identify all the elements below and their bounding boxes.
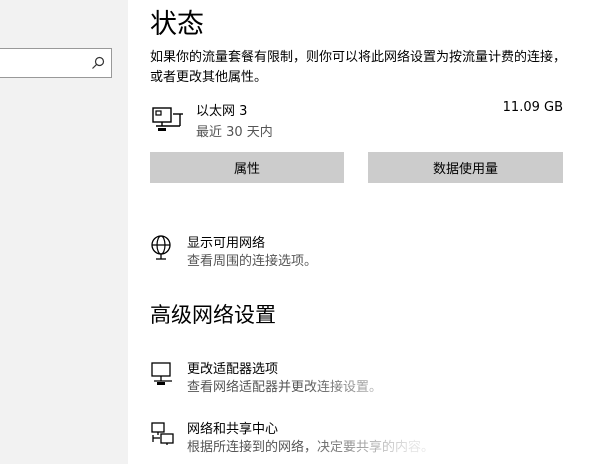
page-title: 状态 [150, 9, 204, 40]
network-adapter-icon [151, 362, 172, 385]
show-available-networks-link[interactable]: 显示可用网络 查看周围的连接选项。 [150, 232, 580, 272]
network-sharing-center-link[interactable]: 网络和共享中心 根据所连接到的网络，决定要共享的内容。 [150, 418, 580, 458]
status-description: 如果你的流量套餐有限制，则你可以将此网络设置为按流量计费的连接，或者更改其他属性… [150, 50, 567, 85]
search-icon[interactable] [91, 56, 105, 70]
network-sharing-center-title: 网络和共享中心 [187, 422, 279, 437]
network-sharing-center-subtitle: 根据所连接到的网络，决定要共享的内容。 [187, 440, 435, 455]
connection-period: 最近 30 天内 [196, 125, 273, 140]
advanced-settings-heading: 高级网络设置 [150, 303, 276, 327]
sharing-center-icon [151, 422, 174, 445]
change-adapter-options-title: 更改适配器选项 [187, 362, 279, 377]
sidebar [0, 0, 128, 464]
change-adapter-options-link[interactable]: 更改适配器选项 查看网络适配器并更改连接设置。 [150, 358, 580, 398]
globe-network-icon [151, 235, 171, 260]
change-adapter-options-subtitle: 查看网络适配器并更改连接设置。 [187, 380, 383, 395]
main-content: 状态 如果你的流量套餐有限制，则你可以将此网络设置为按流量计费的连接，或者更改其… [128, 0, 600, 464]
connection-usage: 11.09 GB [502, 100, 563, 115]
connection-name: 以太网 3 [196, 104, 248, 119]
data-usage-button[interactable]: 数据使用量 [368, 152, 563, 183]
show-available-networks-subtitle: 查看周围的连接选项。 [187, 254, 318, 269]
show-available-networks-title: 显示可用网络 [187, 236, 266, 251]
search-input[interactable] [0, 48, 112, 78]
properties-button[interactable]: 属性 [150, 152, 344, 183]
ethernet-monitor-icon [152, 107, 183, 131]
